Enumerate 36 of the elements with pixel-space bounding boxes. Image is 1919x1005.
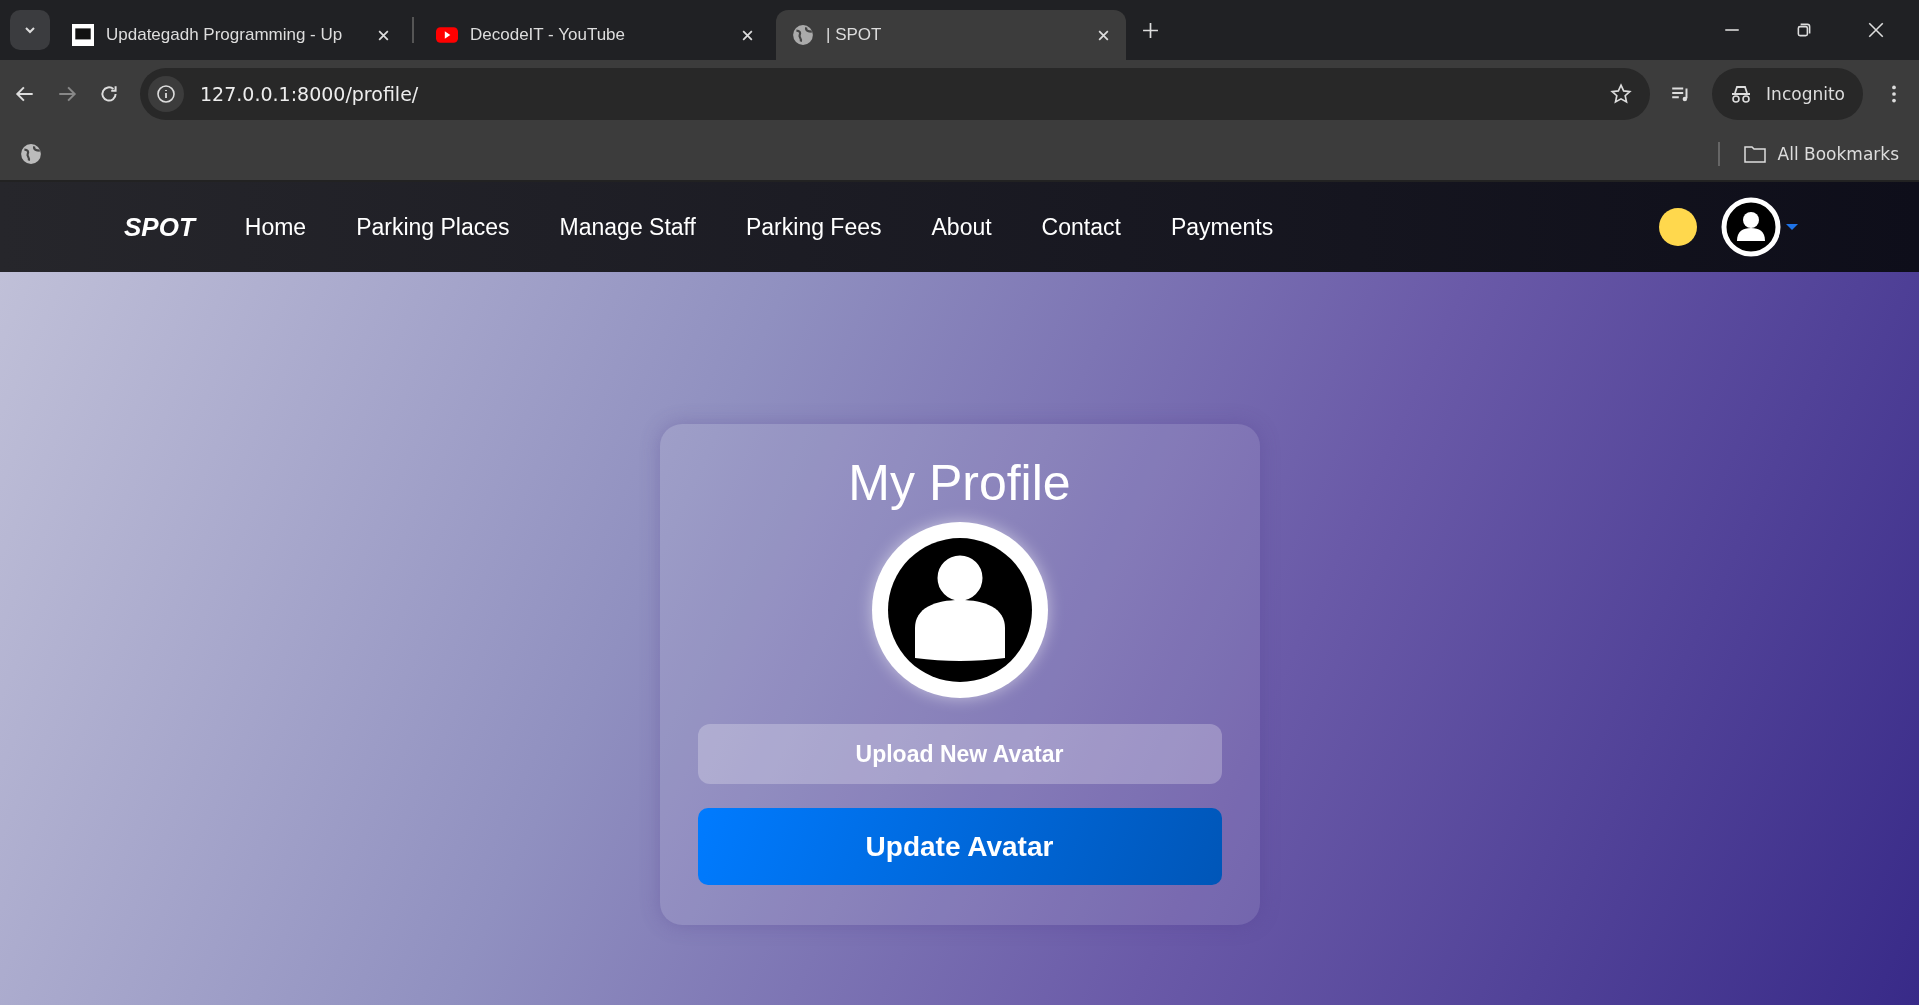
globe-icon[interactable]	[20, 143, 42, 165]
close-icon[interactable]	[377, 28, 390, 42]
nav-link[interactable]: Manage Staff	[559, 213, 696, 241]
nav-link[interactable]: Home	[244, 213, 307, 241]
close-icon[interactable]	[1867, 21, 1885, 39]
info-icon[interactable]	[148, 76, 184, 112]
caret-down-icon	[1785, 222, 1799, 232]
incognito-icon	[1730, 84, 1753, 104]
new-tab-icon[interactable]	[1142, 21, 1159, 39]
reload-icon[interactable]	[98, 83, 120, 105]
site-logo[interactable]: SPOT	[124, 211, 195, 243]
user-avatar-icon	[1721, 197, 1781, 257]
incognito-button[interactable]: Incognito	[1712, 68, 1863, 120]
site-logo-icon	[72, 24, 94, 46]
browser-tab[interactable]: DecodeIT - YouTube	[420, 10, 770, 60]
nav-link[interactable]: Contact	[1041, 213, 1121, 241]
account-menu-button[interactable]	[1721, 197, 1799, 257]
close-icon[interactable]	[741, 28, 754, 42]
nav-link[interactable]: About	[931, 213, 992, 241]
star-icon[interactable]	[1610, 83, 1633, 105]
folder-icon	[1743, 145, 1766, 163]
address-bar[interactable]: 127.0.0.1:8000/profile/	[140, 68, 1651, 120]
nav-link[interactable]: Payments	[1170, 213, 1274, 241]
avatar-silhouette-icon	[869, 520, 1050, 700]
nav-link[interactable]: Parking Fees	[746, 213, 882, 241]
theme-toggle[interactable]	[1659, 208, 1697, 246]
all-bookmarks-button[interactable]: All Bookmarks	[1743, 144, 1899, 164]
nav-link[interactable]: Parking Places	[356, 213, 510, 241]
browser-tab[interactable]: | SPOT	[776, 10, 1126, 60]
browser-tab[interactable]: Updategadh Programming - Up	[56, 10, 406, 60]
restore-icon[interactable]	[1795, 21, 1813, 39]
update-avatar-button[interactable]: Update Avatar	[697, 808, 1222, 885]
close-icon[interactable]	[1097, 28, 1110, 42]
card-title: My Profile	[848, 454, 1071, 512]
globe-icon	[792, 24, 814, 46]
play-icon	[436, 24, 458, 46]
